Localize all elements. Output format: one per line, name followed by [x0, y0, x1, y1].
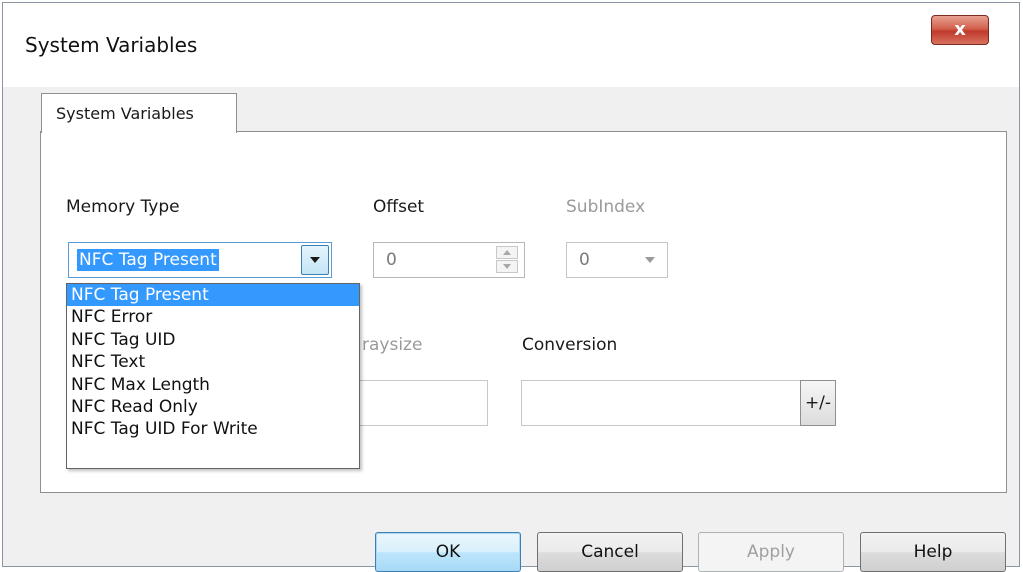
dropdown-option[interactable]: NFC Tag UID For Write — [67, 418, 359, 440]
offset-label: Offset — [373, 197, 425, 217]
plus-minus-button[interactable]: +/- — [800, 380, 836, 426]
dropdown-option[interactable]: NFC Error — [67, 306, 359, 328]
conversion-field[interactable] — [521, 380, 803, 426]
subindex-label: SubIndex — [566, 197, 646, 217]
offset-spinbox[interactable]: 0 — [373, 242, 525, 278]
offset-spin-up[interactable] — [496, 246, 518, 259]
arraysize-label: raysize — [362, 335, 423, 355]
arraysize-field[interactable] — [340, 380, 488, 426]
subindex-combobox[interactable]: 0 — [566, 242, 668, 278]
dropdown-option[interactable]: NFC Max Length — [67, 374, 359, 396]
dropdown-option[interactable]: NFC Tag Present — [67, 284, 359, 307]
tab-system-variables[interactable]: System Variables — [41, 93, 237, 133]
subindex-value: 0 — [579, 250, 590, 270]
memory-type-label: Memory Type — [66, 197, 180, 217]
spin-down-icon — [503, 264, 511, 269]
dropdown-option[interactable]: NFC Read Only — [67, 396, 359, 418]
tab-label: System Variables — [56, 104, 194, 123]
spin-up-icon — [503, 250, 511, 255]
cancel-button[interactable]: Cancel — [537, 532, 683, 572]
offset-spin-down[interactable] — [496, 260, 518, 273]
dropdown-option[interactable]: NFC Tag UID — [67, 329, 359, 351]
memory-type-value: NFC Tag Present — [77, 249, 219, 271]
window-title: System Variables — [25, 33, 198, 57]
chevron-down-icon — [310, 257, 320, 263]
dropdown-option[interactable]: NFC Text — [67, 351, 359, 373]
help-button[interactable]: Help — [860, 532, 1006, 572]
conversion-label: Conversion — [522, 335, 618, 355]
close-icon: x — [954, 19, 966, 40]
memory-type-dropdown-list: NFC Tag Present NFC Error NFC Tag UID NFC T… — [66, 283, 360, 469]
ok-button[interactable]: OK — [375, 532, 521, 572]
chevron-down-icon — [645, 257, 655, 263]
memory-type-dropdown-button[interactable] — [301, 245, 329, 275]
title-bar[interactable]: System Variables x — [3, 3, 1019, 87]
offset-value: 0 — [386, 250, 397, 270]
apply-button[interactable]: Apply — [698, 532, 844, 572]
close-button[interactable]: x — [931, 15, 989, 45]
memory-type-combobox[interactable]: NFC Tag Present — [68, 242, 332, 278]
